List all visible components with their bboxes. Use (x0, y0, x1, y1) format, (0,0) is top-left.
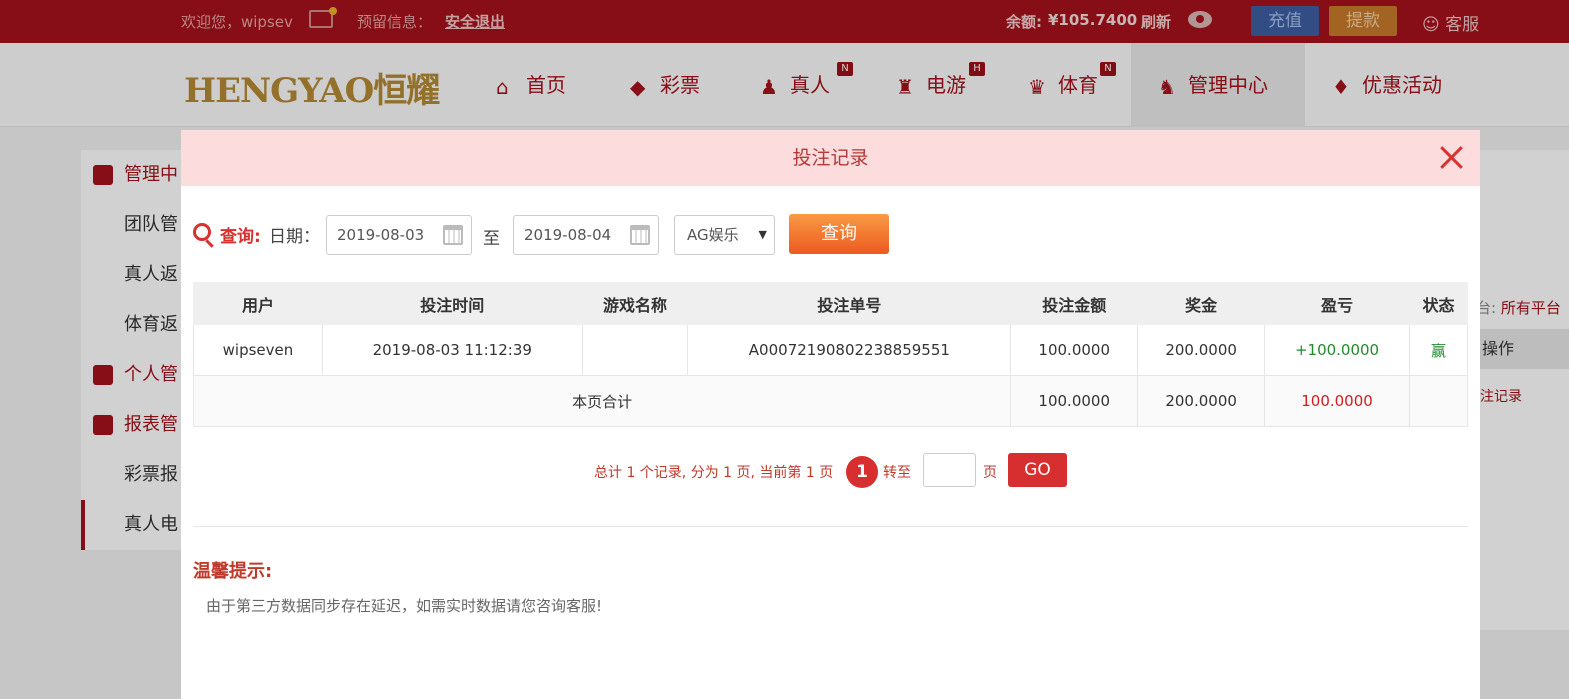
platform-select[interactable]: AG娱乐 ▼ (674, 215, 775, 255)
cell-bonus: 200.0000 (1137, 324, 1266, 376)
column-header-bet-time: 投注时间 (321, 282, 583, 325)
column-header-bonus: 奖金 (1137, 282, 1266, 325)
pagination-summary: 总计 1 个记录, 分为 1 页, 当前第 1 页 (594, 465, 834, 481)
divider (193, 526, 1468, 527)
date-range-separator: 至 (483, 229, 500, 249)
date-from-value: 2019-08-03 (337, 226, 425, 244)
bet-record-modal: 投注记录 查询: 日期： 2019-08-03 至 2019-08-04 AG娱… (181, 130, 1480, 699)
date-to-value: 2019-08-04 (524, 226, 612, 244)
column-header-user: 用户 (193, 282, 323, 325)
query-label: 查询: (220, 227, 261, 247)
column-header-status: 状态 (1408, 282, 1469, 325)
page-number-input[interactable] (923, 453, 976, 487)
calendar-icon[interactable] (630, 225, 650, 245)
tip-title: 温馨提示: (193, 561, 273, 582)
date-from-input[interactable]: 2019-08-03 (326, 215, 472, 255)
summary-label: 本页合计 (192, 375, 1012, 427)
goto-label: 转至 (883, 465, 911, 481)
cell-status: 赢 (1408, 324, 1469, 376)
modal-header: 投注记录 (181, 130, 1480, 186)
column-header-bet-amount: 投注金额 (1010, 282, 1139, 325)
summary-profit: 100.0000 (1264, 375, 1410, 427)
cell-bet-amount: 100.0000 (1010, 324, 1139, 376)
column-header-profit: 盈亏 (1264, 282, 1410, 325)
tip-text: 由于第三方数据同步存在延迟，如需实时数据请您咨询客服! (206, 597, 603, 615)
query-button[interactable]: 查询 (789, 214, 889, 254)
close-icon[interactable] (1438, 144, 1464, 170)
cell-bet-time: 2019-08-03 11:12:39 (321, 324, 583, 376)
date-label: 日期： (269, 227, 320, 247)
cell-user: wipseven (193, 324, 323, 376)
current-page-button[interactable]: 1 (846, 456, 878, 488)
search-icon (193, 223, 211, 241)
calendar-icon[interactable] (443, 225, 463, 245)
page-unit-label: 页 (983, 465, 997, 481)
bet-record-table: 用户 投注时间 游戏名称 投注单号 投注金额 奖金 盈亏 状态 wipseven… (192, 282, 1469, 427)
table-header-row: 用户 投注时间 游戏名称 投注单号 投注金额 奖金 盈亏 状态 (193, 282, 1469, 325)
summary-bonus: 200.0000 (1137, 375, 1266, 427)
cell-profit: +100.0000 (1264, 324, 1410, 376)
column-header-game-name: 游戏名称 (581, 282, 689, 325)
modal-title: 投注记录 (792, 147, 869, 169)
pagination: 总计 1 个记录, 分为 1 页, 当前第 1 页 1 转至 页 GO (181, 453, 1480, 489)
cell-bet-id: A0007219080223885955​1 (687, 324, 1012, 376)
summary-status (1408, 375, 1469, 427)
cell-game-name (581, 324, 689, 376)
column-header-bet-id: 投注单号 (687, 282, 1012, 325)
platform-select-value: AG娱乐 (687, 226, 739, 244)
summary-bet-amount: 100.0000 (1010, 375, 1139, 427)
go-button[interactable]: GO (1008, 453, 1067, 487)
chevron-down-icon: ▼ (758, 228, 767, 241)
table-summary-row: 本页合计 100.0000 200.0000 100.0000 (192, 375, 1469, 427)
table-row: wipseven 2019-08-03 11:12:39 A0007219080… (193, 324, 1469, 376)
date-to-input[interactable]: 2019-08-04 (513, 215, 659, 255)
